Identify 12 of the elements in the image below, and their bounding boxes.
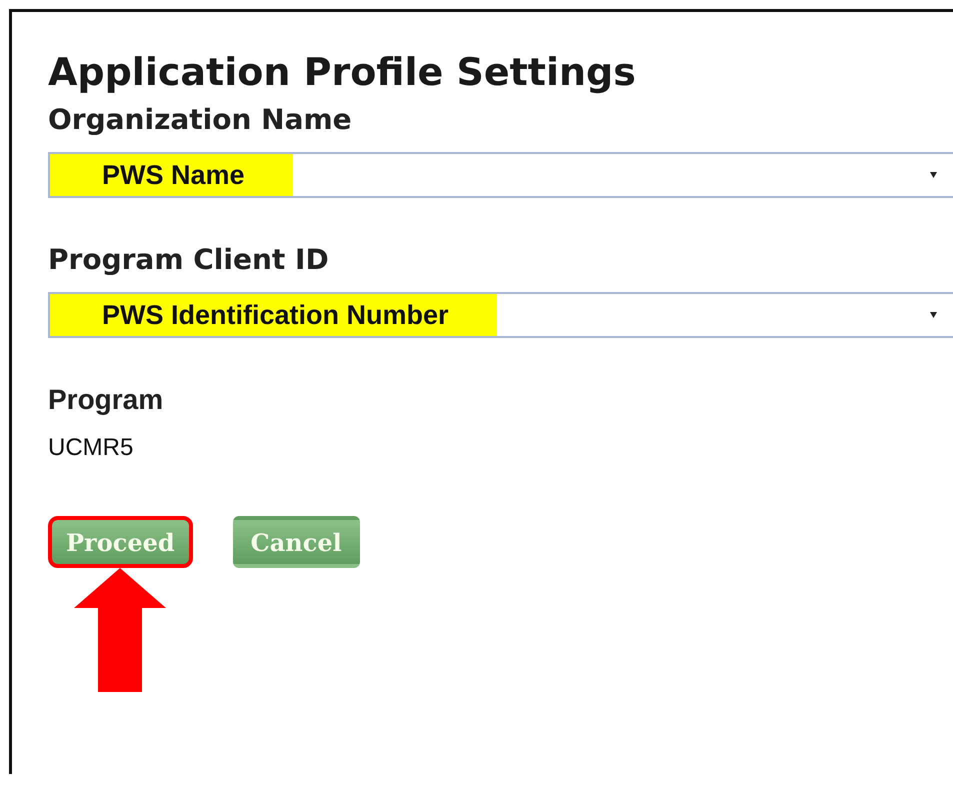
caret-icon <box>930 312 937 318</box>
arrow-icon <box>74 568 166 692</box>
dropdown-field[interactable]: PWS Identification Number <box>48 292 953 338</box>
field-value: UCMR5 <box>48 434 134 462</box>
selected-value: PWS Identification Number <box>50 294 497 336</box>
field-label: Program Client ID <box>48 242 330 278</box>
selected-value: PWS Name <box>50 154 293 196</box>
dropdown-field[interactable]: PWS Name <box>48 152 953 198</box>
field-label: Organization Name <box>48 102 353 138</box>
field-label: Program <box>48 383 164 417</box>
dialog-title: Application Profile Settings <box>48 49 637 96</box>
caret-icon <box>930 172 937 178</box>
